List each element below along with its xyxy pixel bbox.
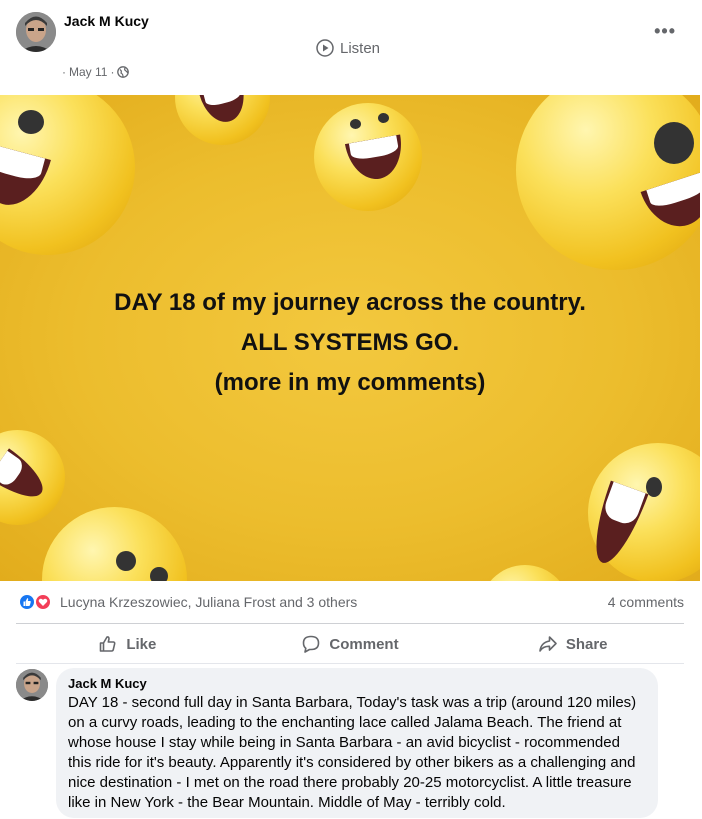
banner-line-2: ALL SYSTEMS GO. bbox=[240, 329, 460, 356]
emoji-decoration bbox=[42, 507, 187, 581]
meta-separator: · bbox=[110, 65, 115, 79]
commenter-name[interactable]: Jack M Kucy bbox=[68, 676, 646, 691]
emoji-decoration bbox=[480, 565, 570, 581]
post-banner-image[interactable]: DAY 18 of my journey across the country.… bbox=[0, 95, 700, 581]
meta-separator: · bbox=[62, 65, 66, 79]
more-options-button[interactable]: ••• bbox=[654, 21, 676, 42]
emoji-decoration bbox=[583, 443, 700, 581]
like-button[interactable]: Like bbox=[16, 627, 239, 661]
emoji-decoration bbox=[516, 95, 700, 270]
comment-button[interactable]: Comment bbox=[239, 627, 462, 661]
comment-icon bbox=[303, 635, 320, 653]
globe-icon bbox=[117, 66, 130, 78]
emoji-decoration bbox=[0, 95, 135, 255]
post-meta: · May 11 · bbox=[62, 65, 130, 79]
comment-bubble: Jack M Kucy DAY 18 - second full day in … bbox=[56, 668, 658, 818]
author-avatar[interactable] bbox=[16, 12, 56, 52]
emoji-decoration bbox=[0, 430, 65, 525]
comment-text: DAY 18 - second full day in Santa Barbar… bbox=[68, 694, 637, 811]
thumbs-up-icon bbox=[100, 636, 116, 652]
comment-count[interactable]: 4 comments bbox=[608, 594, 684, 610]
divider bbox=[16, 663, 684, 664]
divider bbox=[16, 623, 684, 624]
banner-line-3: (more in my comments) bbox=[214, 369, 486, 396]
listen-label: Listen bbox=[340, 39, 381, 57]
comment-label: Comment bbox=[329, 635, 399, 653]
action-bar: Like Comment Share bbox=[16, 627, 684, 661]
emoji-decoration bbox=[175, 95, 270, 145]
emoji-decoration bbox=[314, 103, 422, 211]
commenter-avatar[interactable] bbox=[16, 669, 48, 701]
post-header: Jack M Kucy Listen ••• · May 11 · bbox=[0, 0, 702, 95]
share-button[interactable]: Share bbox=[461, 627, 684, 661]
reaction-names[interactable]: Lucyna Krzeszowiec, Juliana Frost and 3 … bbox=[60, 594, 357, 610]
play-circle-icon bbox=[316, 39, 334, 57]
share-icon bbox=[539, 636, 557, 652]
love-reaction-icon bbox=[34, 593, 52, 611]
banner-line-1: DAY 18 of my journey across the country. bbox=[114, 289, 586, 316]
banner-text: DAY 18 of my journey across the country.… bbox=[0, 283, 700, 403]
share-label: Share bbox=[565, 635, 608, 653]
post-card: Jack M Kucy Listen ••• · May 11 · DAY 18… bbox=[0, 0, 702, 819]
reaction-icons[interactable] bbox=[18, 593, 56, 611]
author-name[interactable]: Jack M Kucy bbox=[64, 13, 149, 29]
post-date[interactable]: May 11 bbox=[69, 65, 107, 79]
more-icon: ••• bbox=[654, 21, 676, 41]
listen-button[interactable]: Listen bbox=[316, 39, 380, 57]
like-label: Like bbox=[126, 635, 157, 653]
reactions-bar: Lucyna Krzeszowiec, Juliana Frost and 3 … bbox=[16, 590, 684, 614]
